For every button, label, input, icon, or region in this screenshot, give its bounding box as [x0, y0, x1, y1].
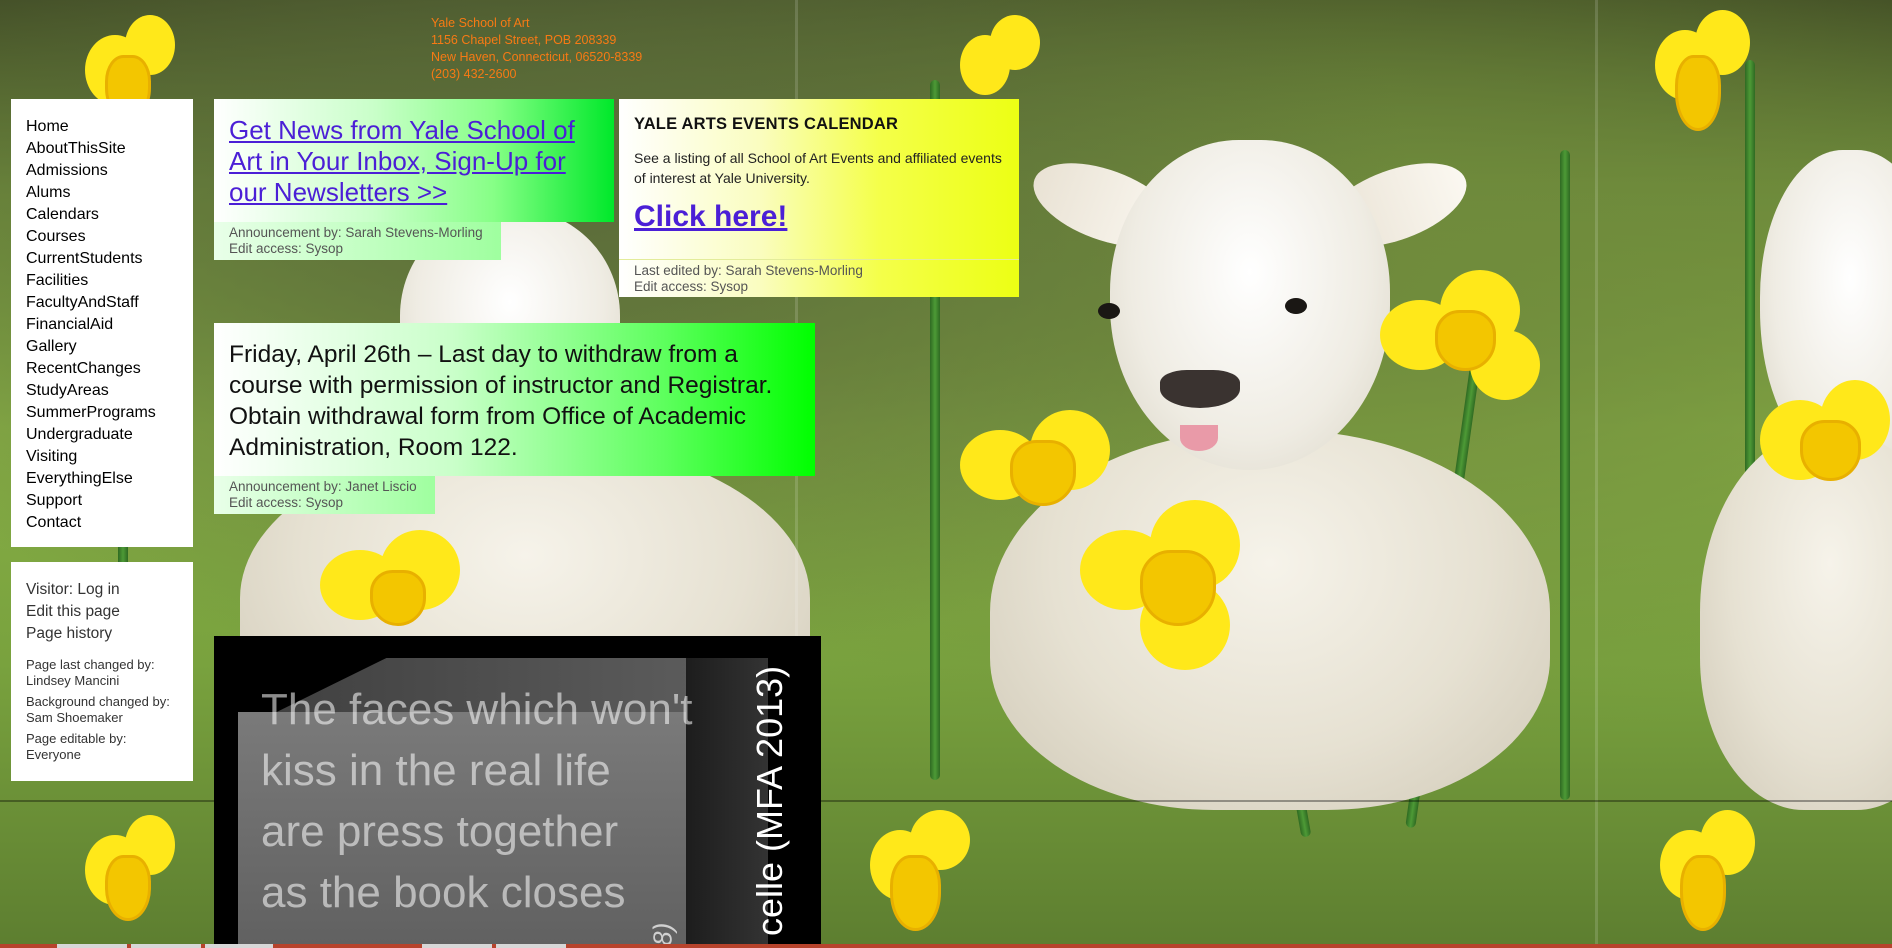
calendar-meta: Last edited by: Sarah Stevens-Morling Ed…	[634, 263, 863, 295]
nav-item-gallery[interactable]: Gallery	[26, 336, 193, 358]
nav-item-visiting[interactable]: Visiting	[26, 446, 193, 468]
edit-access: Edit access: Sysop	[634, 279, 749, 294]
lamb-eye	[1285, 298, 1307, 314]
bottom-tab[interactable]	[422, 944, 492, 948]
lamb-eye	[1098, 303, 1120, 319]
lamb-nose	[1160, 370, 1240, 408]
announcement-author: Announcement by: Janet Liscio	[229, 479, 417, 494]
address-line: Yale School of Art	[431, 16, 530, 30]
last-changed-label: Page last changed by:	[26, 657, 155, 672]
nav-item-support[interactable]: Support	[26, 490, 193, 512]
nav-item-about[interactable]: AboutThisSite	[26, 138, 193, 160]
page-history-link[interactable]: Page history	[26, 623, 193, 645]
artwork-text-line: kiss in the real life	[261, 746, 611, 795]
bottom-tab[interactable]	[205, 944, 273, 948]
nav-item-courses[interactable]: Courses	[26, 226, 193, 248]
main-navigation: Home AboutThisSite Admissions Alums Cale…	[11, 99, 193, 547]
events-calendar-box: YALE ARTS EVENTS CALENDAR See a listing …	[619, 99, 1019, 297]
bottom-tab[interactable]	[57, 944, 127, 948]
address-line: (203) 432-2600	[431, 67, 517, 81]
artwork-credit: celle (MFA 2013)	[749, 665, 790, 936]
nav-item-undergraduate[interactable]: Undergraduate	[26, 424, 193, 446]
address-line: 1156 Chapel Street, POB 208339	[431, 33, 617, 47]
lamb-head	[1110, 140, 1390, 470]
calendar-title: YALE ARTS EVENTS CALENDAR	[634, 115, 899, 133]
edit-access: Edit access: Sysop	[229, 241, 344, 256]
withdraw-announcement-text: Friday, April 26th – Last day to withdra…	[229, 341, 773, 461]
calendar-description: See a listing of all School of Art Event…	[634, 150, 1002, 186]
nav-item-calendars[interactable]: Calendars	[26, 204, 193, 226]
withdraw-announcement-meta: Announcement by: Janet Liscio Edit acces…	[214, 476, 435, 514]
login-link[interactable]: Visitor: Log in	[26, 579, 193, 601]
artwork-text: The faces which won't kiss in the real l…	[261, 679, 693, 923]
bottom-tab[interactable]	[131, 944, 201, 948]
address-line: New Haven, Connecticut, 06520-8339	[431, 50, 643, 64]
nav-item-current-students[interactable]: CurrentStudents	[26, 248, 193, 270]
withdraw-announcement: Friday, April 26th – Last day to withdra…	[214, 323, 815, 476]
edit-access: Edit access: Sysop	[229, 495, 344, 510]
editable-label: Page editable by:	[26, 731, 127, 746]
background-tile-seam	[1595, 0, 1598, 948]
artwork-video-panel[interactable]: The faces which won't kiss in the real l…	[214, 636, 821, 948]
announcement-author: Announcement by: Sarah Stevens-Morling	[229, 225, 483, 240]
divider	[619, 259, 1019, 260]
nav-item-everything-else[interactable]: EverythingElse	[26, 468, 193, 490]
nav-item-recent-changes[interactable]: RecentChanges	[26, 358, 193, 380]
last-changed-name: Lindsey Mancini	[26, 672, 120, 688]
background-changed-label: Background changed by:	[26, 694, 170, 709]
nav-item-faculty-staff[interactable]: FacultyAndStaff	[26, 292, 193, 314]
editable-info: Page editable by: Everyone	[26, 731, 193, 762]
nav-item-home[interactable]: Home	[26, 116, 193, 138]
background-changed-name: Sam Shoemaker	[26, 709, 123, 725]
page-tools: Visitor: Log in Edit this page Page hist…	[11, 562, 193, 781]
daffodil-stem	[1560, 150, 1570, 800]
nav-item-contact[interactable]: Contact	[26, 512, 193, 534]
last-edited: Last edited by: Sarah Stevens-Morling	[634, 263, 863, 278]
nav-item-facilities[interactable]: Facilities	[26, 270, 193, 292]
calendar-click-here-link[interactable]: Click here!	[634, 200, 787, 234]
last-changed-info: Page last changed by: Lindsey Mancini	[26, 657, 193, 688]
artwork-text-line: The faces which won't	[261, 685, 693, 734]
school-address: Yale School of Art 1156 Chapel Street, P…	[431, 15, 642, 83]
editable-value: Everyone	[26, 746, 81, 762]
bottom-tab[interactable]	[496, 944, 566, 948]
nav-item-admissions[interactable]: Admissions	[26, 160, 193, 182]
edit-page-link[interactable]: Edit this page	[26, 601, 193, 623]
page-meta: Page last changed by: Lindsey Mancini Ba…	[26, 657, 193, 762]
lamb-tongue	[1180, 425, 1218, 451]
newsletter-announcement-meta: Announcement by: Sarah Stevens-Morling E…	[214, 222, 501, 260]
artwork-text-line: as the book closes	[261, 868, 626, 917]
nav-item-study-areas[interactable]: StudyAreas	[26, 380, 193, 402]
nav-item-alums[interactable]: Alums	[26, 182, 193, 204]
nav-item-summer-programs[interactable]: SummerPrograms	[26, 402, 193, 424]
background-changed-info: Background changed by: Sam Shoemaker	[26, 694, 193, 725]
bottom-strip	[0, 944, 1892, 948]
newsletter-announcement: Get News from Yale School of Art in Your…	[214, 99, 614, 222]
artwork-text-line: are press together	[261, 807, 619, 856]
nav-item-financial-aid[interactable]: FinancialAid	[26, 314, 193, 336]
newsletter-signup-link[interactable]: Get News from Yale School of Art in Your…	[229, 115, 575, 207]
